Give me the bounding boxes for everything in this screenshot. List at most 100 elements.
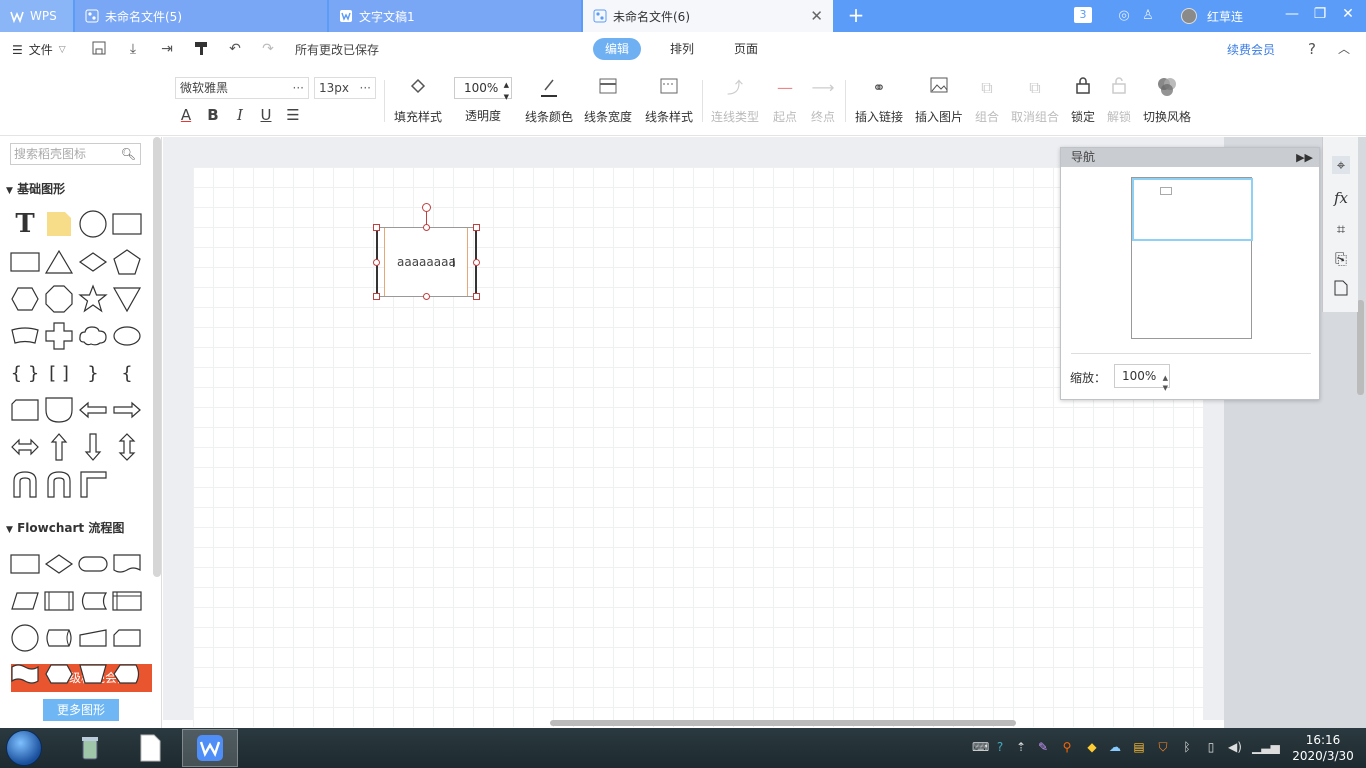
shape-down-arrow[interactable] [77,432,109,462]
ungroup-button[interactable]: ⧉ 取消组合 [1008,76,1062,132]
tab-wps-home[interactable]: WPS [0,0,73,32]
flowchart-internal-storage[interactable] [111,586,143,616]
flowchart-process[interactable] [9,549,41,579]
volume-icon[interactable]: ◀) [1228,740,1242,754]
line-color-button[interactable]: 线条颜色 [523,76,575,132]
more-shapes-button[interactable]: 更多图形 [43,699,119,721]
resize-handle-e[interactable] [473,259,480,266]
restore-icon[interactable]: ❐ [1312,6,1328,22]
shape-brackets[interactable]: [ ] [43,358,75,388]
shape-leaf[interactable] [43,395,75,425]
tab-arrange[interactable]: 排列 [658,38,706,60]
insert-link-button[interactable]: ⚭ 插入链接 [852,76,906,132]
unlock-button[interactable]: 解锁 [1104,76,1134,132]
shape-cloud[interactable] [77,321,109,351]
device-icon[interactable]: ▯ [1204,740,1218,754]
resize-handle-n[interactable] [423,224,430,231]
resize-handle-s[interactable] [423,293,430,300]
flowchart-card[interactable] [111,623,143,653]
app-tray-icon[interactable]: ◆ [1085,740,1099,754]
resize-handle-sw[interactable] [373,293,380,300]
line-width-button[interactable]: 线条宽度 [582,76,634,132]
network-icon[interactable]: ▁▃▅ [1252,740,1280,754]
italic-icon[interactable]: I [232,106,248,124]
flowchart-manual-operation[interactable] [77,659,109,689]
shape-text[interactable]: T [9,209,41,239]
flowchart-preparation[interactable] [43,659,75,689]
shape-diamond[interactable] [77,247,109,277]
shape-octagon[interactable] [43,284,75,314]
navigator-icon[interactable]: ⌖ [1332,156,1350,174]
shirt-icon[interactable]: ♙ [1140,8,1156,24]
undo-icon[interactable]: ↶ [226,40,244,58]
tray-arrow-icon[interactable]: ⇡ [1014,740,1028,754]
cloud-icon[interactable]: ☁ [1108,740,1122,754]
shape-ellipse[interactable] [111,321,143,351]
username[interactable]: 红草连 [1207,8,1243,25]
avatar[interactable] [1181,8,1197,24]
start-button[interactable] [6,730,42,766]
resize-handle-nw[interactable] [373,224,380,231]
shape-pentagon[interactable] [111,247,143,277]
skin-icon[interactable]: ◎ [1116,8,1132,24]
tab-document-6-active[interactable]: 未命名文件(6) ✕ [583,0,833,32]
wps-app-icon[interactable] [182,729,238,767]
crop-icon[interactable]: ⌗ [1332,220,1350,238]
tab-edit[interactable]: 编辑 [593,38,642,60]
tab-text-document[interactable]: 文字文稿1 [329,0,581,32]
help-tray-icon[interactable]: ? [993,740,1007,754]
shape-cross[interactable] [43,321,75,351]
insert-image-button[interactable]: 插入图片 [912,76,966,132]
system-clock[interactable]: 16:16 2020/3/30 [1288,732,1358,764]
spin-down-icon[interactable]: ▼ [1163,377,1168,399]
shape-left-right-arrow[interactable] [9,432,41,462]
shape-up-arrow[interactable] [43,432,75,462]
flowchart-predefined-process[interactable] [43,586,75,616]
save-icon[interactable] [90,40,108,58]
line-style-button[interactable]: 线条样式 [643,76,695,132]
shape-left-brace[interactable]: { [111,358,143,388]
spin-down-icon[interactable]: ▼ [504,87,509,107]
underline-icon[interactable]: U [258,106,274,124]
search-tray-icon[interactable]: ⚲ [1060,740,1074,754]
double-chevron-right-icon[interactable]: ▶▶ [1296,148,1313,167]
download-icon[interactable]: ⤓ [124,40,142,58]
search-input[interactable]: 搜索稻壳图标 🔍︎ [10,143,141,165]
export-icon[interactable]: ⇥ [158,40,176,58]
recycle-bin-icon[interactable] [62,729,118,767]
left-panel-scrollbar[interactable] [153,137,161,577]
flowchart-display[interactable] [111,659,143,689]
shape-right-brace[interactable]: } [77,358,109,388]
shape-right-arrow[interactable] [111,395,143,425]
renew-vip-link[interactable]: 续费会员 [1227,41,1275,58]
align-icon[interactable]: ☰ [285,106,301,124]
lock-button[interactable]: 锁定 [1068,76,1098,132]
file-menu[interactable]: ☰ 文件 ▽ [12,41,66,58]
tab-page[interactable]: 页面 [722,38,770,60]
flowchart-tape[interactable] [9,659,41,689]
close-window-icon[interactable]: ✕ [1340,6,1356,22]
folder-icon[interactable]: ▤ [1132,740,1146,754]
keyboard-icon[interactable]: ⌨ [972,740,989,754]
bluetooth-icon[interactable]: ᛒ [1180,740,1194,754]
resize-handle-se[interactable] [473,293,480,300]
start-point-button[interactable]: — 起点 [768,76,802,132]
section-basic-shapes[interactable]: ▼ 基础图形 [6,180,65,197]
connector-type-button[interactable]: ⤴ 连线类型 [709,76,761,132]
resize-handle-w[interactable] [373,259,380,266]
formula-icon[interactable]: fx [1332,189,1350,207]
font-family-select[interactable]: 微软雅黑 ··· [175,77,309,99]
fill-style-button[interactable]: 填充样式 [392,76,444,132]
flowchart-direct-data[interactable] [43,623,75,653]
flowchart-stored-data[interactable] [77,586,109,616]
ime-icon[interactable]: ✎ [1036,740,1050,754]
flowchart-document[interactable] [111,549,143,579]
shape-triangle[interactable] [43,247,75,277]
new-tab-button[interactable]: + [846,3,866,27]
shape-star[interactable] [77,284,109,314]
shape-rectangle[interactable] [9,247,41,277]
help-icon[interactable]: ? [1308,40,1316,58]
tab-document-5[interactable]: 未命名文件(5) [75,0,327,32]
horizontal-scrollbar[interactable] [550,720,1016,726]
font-color-icon[interactable]: A [178,106,194,124]
